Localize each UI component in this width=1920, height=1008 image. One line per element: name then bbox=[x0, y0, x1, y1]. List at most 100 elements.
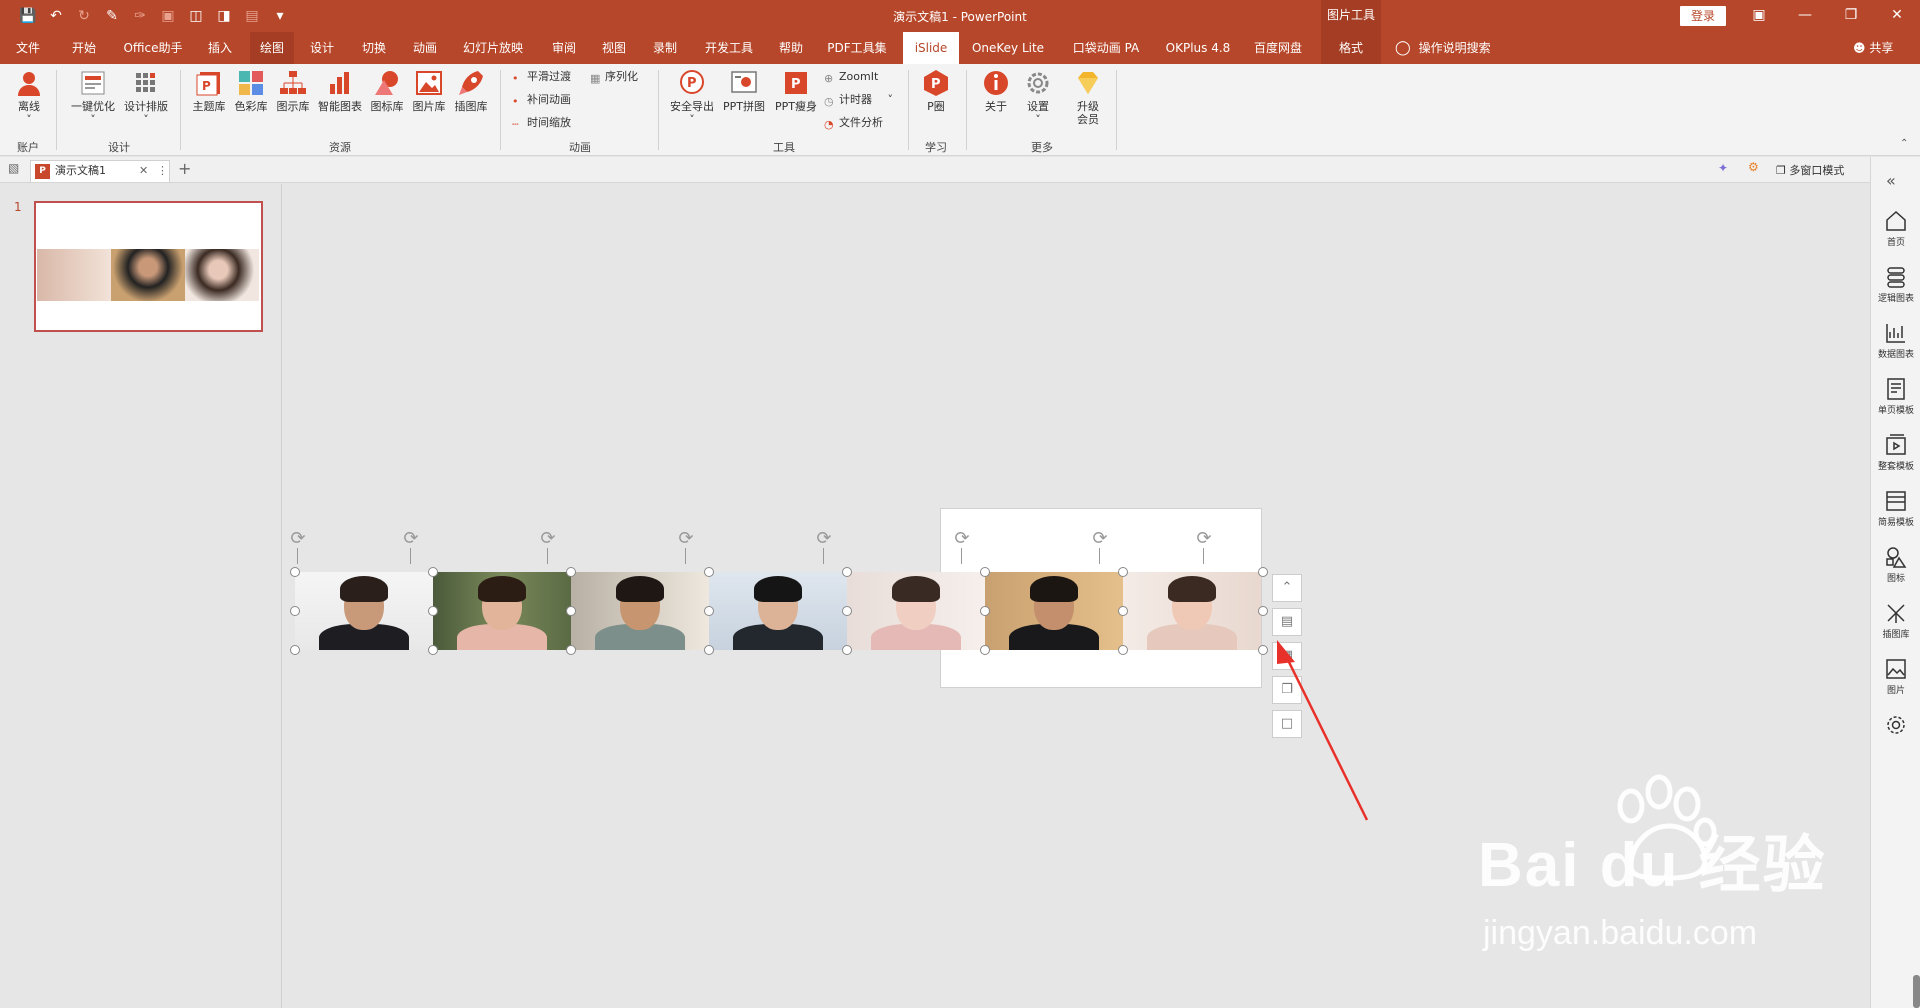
sun-icon[interactable]: ⚙ bbox=[1748, 160, 1759, 174]
resize-handle[interactable] bbox=[980, 606, 990, 616]
resize-handle[interactable] bbox=[842, 606, 852, 616]
sidebar-item-illustrations[interactable]: 插图库 bbox=[1871, 601, 1920, 640]
resize-handle[interactable] bbox=[842, 567, 852, 577]
slide-thumbnail[interactable] bbox=[34, 201, 263, 332]
sidebar-item-pictures[interactable]: 图片 bbox=[1871, 657, 1920, 696]
illustration-library-button[interactable]: 插图库 bbox=[450, 68, 492, 113]
tab-insert[interactable]: 插入 bbox=[200, 32, 240, 64]
tab-islide[interactable]: iSlide bbox=[903, 32, 959, 64]
crop-icon[interactable]: ▣ bbox=[154, 8, 182, 24]
tab-office-helper[interactable]: Office助手 bbox=[118, 32, 188, 64]
time-scale-button[interactable]: ┄ 时间缩放 bbox=[512, 114, 571, 132]
resize-handle[interactable] bbox=[566, 606, 576, 616]
resize-handle[interactable] bbox=[980, 645, 990, 655]
rotate-handle-icon[interactable]: ⟳ bbox=[952, 529, 972, 549]
tab-format[interactable]: 格式 bbox=[1321, 32, 1381, 64]
redo-icon[interactable]: ↻ bbox=[70, 8, 98, 24]
safe-export-button[interactable]: P 安全导出 ˅ bbox=[666, 68, 718, 126]
tab-animations[interactable]: 动画 bbox=[405, 32, 445, 64]
resize-handle[interactable] bbox=[290, 645, 300, 655]
format-painter-icon[interactable]: ✎ bbox=[98, 8, 126, 24]
restore-icon[interactable]: ❐ bbox=[1828, 0, 1874, 32]
zoomit-button[interactable]: ⊕ ZoomIt bbox=[824, 68, 878, 86]
close-icon[interactable]: ✕ bbox=[1874, 0, 1920, 32]
tab-slideshow[interactable]: 幻灯片放映 bbox=[456, 32, 530, 64]
ppt-slim-button[interactable]: P PPT瘦身 bbox=[770, 68, 822, 113]
tab-help[interactable]: 帮助 bbox=[771, 32, 811, 64]
picture-3[interactable] bbox=[571, 572, 709, 650]
resize-handle[interactable] bbox=[842, 645, 852, 655]
rotate-handle-icon[interactable]: ⟳ bbox=[401, 529, 421, 549]
theme-library-button[interactable]: P 主题库 bbox=[188, 68, 230, 113]
sequence-button[interactable]: ▦ 序列化 bbox=[590, 68, 638, 86]
picture-5[interactable] bbox=[847, 572, 985, 650]
resize-handle[interactable] bbox=[1258, 567, 1268, 577]
sidebar-item-full-template[interactable]: 整套模板 bbox=[1871, 433, 1920, 472]
about-button[interactable]: 关于 bbox=[976, 68, 1016, 113]
save-icon[interactable]: 💾 bbox=[14, 8, 42, 24]
resize-handle[interactable] bbox=[704, 567, 714, 577]
smooth-transition-button[interactable]: • 平滑过渡 bbox=[512, 68, 571, 86]
undo-icon[interactable]: ↶ bbox=[42, 8, 70, 24]
sparkle-icon[interactable]: ✦ bbox=[1718, 161, 1728, 175]
design-layout-button[interactable]: 设计排版 ˅ bbox=[120, 68, 172, 126]
tab-pdf-tools[interactable]: PDF工具集 bbox=[824, 32, 890, 64]
rotate-handle-icon[interactable]: ⟳ bbox=[1194, 529, 1214, 549]
tab-developer[interactable]: 开发工具 bbox=[700, 32, 758, 64]
picture-library-button[interactable]: 图片库 bbox=[408, 68, 450, 113]
resize-handle[interactable] bbox=[428, 567, 438, 577]
upgrade-member-button[interactable]: 升级会员 bbox=[1068, 68, 1108, 126]
rotate-handle-icon[interactable]: ⟳ bbox=[676, 529, 696, 549]
resize-handle[interactable] bbox=[566, 567, 576, 577]
share-button[interactable]: ☻ 共享 bbox=[1853, 32, 1893, 64]
login-button[interactable]: 登录 bbox=[1680, 6, 1726, 26]
smart-chart-button[interactable]: 智能图表 bbox=[314, 68, 366, 113]
resize-handle[interactable] bbox=[428, 645, 438, 655]
rotate-handle-icon[interactable]: ⟳ bbox=[288, 529, 308, 549]
picture-1[interactable] bbox=[295, 572, 433, 650]
arrange-icon[interactable]: ◨ bbox=[210, 8, 238, 24]
resize-handle[interactable] bbox=[980, 567, 990, 577]
slide-canvas[interactable]: ⟳ ⟳ ⟳ ⟳ ⟳ ⟳ ⟳ ⟳ ⌃ ▤ ▦ ❐ □ bbox=[283, 184, 1869, 1008]
tab-menu-icon[interactable]: ▧ bbox=[8, 161, 19, 175]
tween-animation-button[interactable]: • 补间动画 bbox=[512, 91, 571, 109]
new-tab-icon[interactable]: + bbox=[178, 159, 191, 178]
picture-2[interactable] bbox=[433, 572, 571, 650]
tell-me-search[interactable]: ◯ 操作说明搜索 bbox=[1395, 32, 1491, 64]
collapse-up-icon[interactable]: ⌃ bbox=[1272, 574, 1302, 602]
collapse-sidebar-icon[interactable]: « bbox=[1886, 171, 1896, 190]
file-analysis-button[interactable]: ◔ 文件分析 bbox=[824, 114, 883, 132]
ribbon-display-icon[interactable]: ▣ bbox=[1736, 0, 1782, 32]
sidebar-item-home[interactable]: 首页 bbox=[1871, 209, 1920, 248]
tab-home[interactable]: 开始 bbox=[64, 32, 104, 64]
resize-handle[interactable] bbox=[1118, 645, 1128, 655]
resize-handle[interactable] bbox=[1118, 567, 1128, 577]
resize-handle[interactable] bbox=[566, 645, 576, 655]
scrollbar-thumb[interactable] bbox=[1913, 975, 1920, 1008]
rotate-handle-icon[interactable]: ⟳ bbox=[814, 529, 834, 549]
color-library-button[interactable]: 色彩库 bbox=[230, 68, 272, 113]
ungroup-icon[interactable]: ▤ bbox=[238, 8, 266, 24]
sidebar-item-icons[interactable]: 图标 bbox=[1871, 545, 1920, 584]
resize-handle[interactable] bbox=[704, 606, 714, 616]
resize-handle[interactable] bbox=[290, 567, 300, 577]
tab-view[interactable]: 视图 bbox=[594, 32, 634, 64]
tab-onekey-lite[interactable]: OneKey Lite bbox=[966, 32, 1050, 64]
tab-file[interactable]: 文件 bbox=[8, 32, 48, 64]
picture-7[interactable] bbox=[1123, 572, 1261, 650]
resize-handle[interactable] bbox=[1118, 606, 1128, 616]
tab-record[interactable]: 录制 bbox=[645, 32, 685, 64]
tab-draw[interactable]: 绘图 bbox=[250, 32, 294, 64]
tab-transitions[interactable]: 切换 bbox=[354, 32, 394, 64]
icon-library-button[interactable]: 图标库 bbox=[366, 68, 408, 113]
sidebar-item-simple-template[interactable]: 简易模板 bbox=[1871, 489, 1920, 528]
more-options-icon[interactable]: ⋮ bbox=[157, 161, 168, 181]
minimize-icon[interactable]: — bbox=[1782, 0, 1828, 32]
resize-handle[interactable] bbox=[704, 645, 714, 655]
resize-handle[interactable] bbox=[290, 606, 300, 616]
one-click-optimize-button[interactable]: 一键优化 ˅ bbox=[66, 68, 120, 126]
resize-handle[interactable] bbox=[1258, 606, 1268, 616]
offline-button[interactable]: 离线 ˅ bbox=[10, 68, 48, 126]
customize-qa-icon[interactable]: ▾ bbox=[266, 8, 294, 24]
p-circle-button[interactable]: P P圈 bbox=[916, 68, 956, 113]
